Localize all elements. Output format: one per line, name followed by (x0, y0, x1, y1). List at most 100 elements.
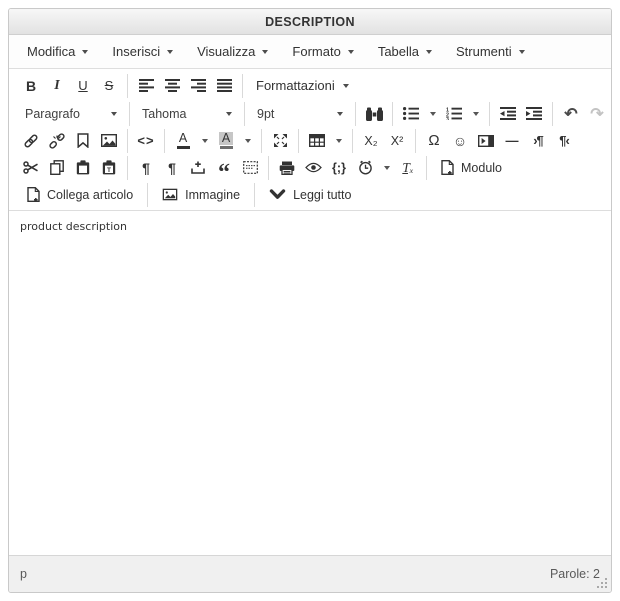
redo-button[interactable]: ↷ (586, 102, 609, 125)
copy-icon (50, 160, 64, 175)
horizontal-rule-button[interactable]: — (501, 129, 524, 152)
menu-modifica[interactable]: Modifica (17, 38, 98, 65)
menu-strumenti-label: Strumenti (456, 44, 512, 59)
immagine-button[interactable]: Immagine (153, 183, 249, 206)
insert-link-button[interactable] (20, 129, 43, 152)
font-size-select[interactable]: 9pt (250, 102, 350, 126)
preview-button[interactable] (302, 156, 325, 179)
block-style-select[interactable]: Paragrafo (18, 102, 124, 126)
collega-articolo-button[interactable]: Collega articolo (18, 183, 142, 206)
numbered-list-icon: 123 (446, 107, 462, 120)
editor-content-area[interactable]: product description (9, 210, 611, 556)
source-code-button[interactable]: <> (135, 129, 158, 152)
numbered-list-button[interactable]: 123 (443, 102, 466, 125)
remove-link-button[interactable] (46, 129, 69, 152)
font-name-select[interactable]: Tahoma (135, 102, 239, 126)
page-break-button[interactable] (187, 156, 210, 179)
text-color-button[interactable]: A (172, 129, 195, 152)
search-replace-button[interactable] (363, 102, 386, 125)
formats-dropdown[interactable]: Formattazioni (248, 78, 357, 93)
background-color-button[interactable]: A (215, 129, 238, 152)
visual-blocks-icon (242, 161, 258, 174)
cut-button[interactable] (20, 156, 43, 179)
text-color-caret[interactable] (198, 129, 212, 152)
toolbar-row-3: <> A A X₂ X² Ω ☺ — ›¶ ¶‹ (13, 127, 607, 154)
underline-button[interactable]: U (72, 74, 95, 97)
media-button[interactable] (475, 129, 498, 152)
fullscreen-group (261, 128, 298, 153)
table-group (298, 128, 352, 153)
collega-group: Collega articolo (13, 183, 147, 207)
fullscreen-button[interactable] (269, 129, 292, 152)
modulo-button[interactable]: Modulo (432, 156, 511, 179)
subscript-button[interactable]: X₂ (360, 129, 383, 152)
numbered-list-caret[interactable] (469, 102, 483, 125)
paste-as-text-button[interactable]: T (98, 156, 121, 179)
toolbar-row-4: T ¶ ¶ “ {;} Tₓ Modulo (13, 154, 607, 185)
nonbreaking-button[interactable]: ¶ (161, 156, 184, 179)
align-center-button[interactable] (161, 74, 184, 97)
menu-visualizza-label: Visualizza (197, 44, 256, 59)
table-icon (309, 134, 325, 147)
clipboard-group: T (13, 156, 127, 180)
copy-button[interactable] (46, 156, 69, 179)
block-style-group: Paragrafo (13, 102, 129, 126)
align-left-button[interactable] (135, 74, 158, 97)
leggi-tutto-button[interactable]: Leggi tutto (260, 183, 360, 206)
new-document-icon (27, 187, 40, 202)
superscript-button[interactable]: X² (386, 129, 409, 152)
insert-image-button[interactable] (98, 129, 121, 152)
anchor-button[interactable] (72, 129, 95, 152)
paste-button[interactable] (72, 156, 95, 179)
bullet-list-button[interactable] (400, 102, 423, 125)
link-icon (24, 133, 38, 148)
align-right-button[interactable] (187, 74, 210, 97)
bold-button[interactable]: B (20, 74, 43, 97)
print-button[interactable] (276, 156, 299, 179)
menu-tabella[interactable]: Tabella (368, 38, 442, 65)
emoticon-button[interactable]: ☺ (449, 129, 472, 152)
special-char-button[interactable]: Ω (423, 129, 446, 152)
printer-icon (279, 161, 295, 175)
clear-formatting-button[interactable]: Tₓ (397, 156, 420, 179)
visual-blocks-button[interactable] (239, 156, 262, 179)
font-style-group: B I U S (13, 74, 127, 98)
formats-label: Formattazioni (256, 78, 335, 93)
menu-inserisci-label: Inserisci (112, 44, 161, 59)
new-document-icon (441, 160, 454, 175)
search-group (355, 101, 392, 126)
element-path[interactable]: p (20, 567, 27, 581)
strikethrough-button[interactable]: S (98, 74, 121, 97)
toolbar-row-5: Collega articolo Immagine Leggi tutto (13, 181, 607, 208)
outdent-button[interactable] (497, 102, 520, 125)
bullet-list-caret[interactable] (426, 102, 440, 125)
menu-inserisci[interactable]: Inserisci (102, 38, 183, 65)
modulo-group: Modulo (426, 155, 516, 180)
rtl-button[interactable]: ¶‹ (553, 129, 576, 152)
insert-datetime-button[interactable] (354, 156, 377, 179)
menu-visualizza[interactable]: Visualizza (187, 38, 278, 65)
indent-button[interactable] (523, 102, 546, 125)
italic-button[interactable]: I (46, 74, 69, 97)
align-justify-button[interactable] (213, 74, 236, 97)
ltr-button[interactable]: ›¶ (527, 129, 550, 152)
insert-datetime-caret[interactable] (380, 156, 394, 179)
resize-grip[interactable] (596, 577, 607, 588)
toolbar-row-1: B I U S Formattazioni (13, 71, 607, 100)
insert-objects-group: Ω ☺ — ›¶ ¶‹ (415, 128, 582, 153)
code-group: <> (127, 128, 164, 153)
table-caret[interactable] (332, 129, 346, 152)
menu-formato[interactable]: Formato (282, 38, 363, 65)
fullscreen-icon (273, 134, 287, 147)
menu-strumenti[interactable]: Strumenti (446, 38, 535, 65)
rich-text-editor: DESCRIPTION Modifica Inserisci Visualizz… (8, 8, 612, 593)
menu-tabella-label: Tabella (377, 44, 420, 59)
code-sample-button[interactable]: {;} (328, 156, 351, 179)
blockquote-button[interactable]: “ (213, 156, 236, 185)
indent-group (489, 101, 552, 126)
background-color-caret[interactable] (241, 129, 255, 152)
undo-button[interactable]: ↶ (560, 102, 583, 125)
visual-chars-button[interactable]: ¶ (135, 156, 158, 179)
font-size-value: 9pt (257, 106, 275, 121)
table-button[interactable] (306, 129, 329, 152)
